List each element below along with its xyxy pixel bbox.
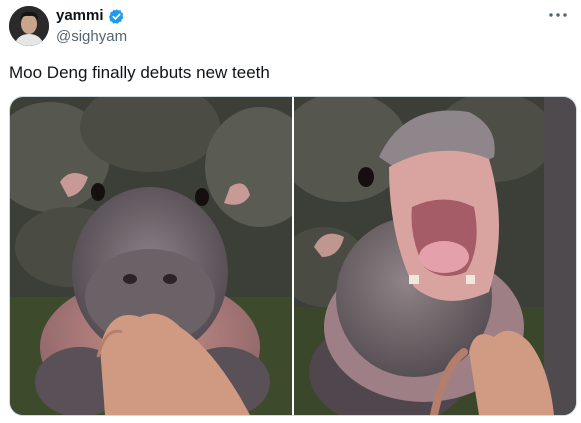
author-handle[interactable]: @sighyam	[56, 28, 127, 46]
hippo-photo-1[interactable]	[10, 97, 292, 415]
user-avatar[interactable]	[9, 6, 49, 46]
author-display-name[interactable]: yammi	[56, 7, 104, 25]
media-grid	[9, 96, 577, 416]
tweet-card: yammi @sighyam Moo Deng finally debuts n…	[0, 0, 581, 423]
tweet-text: Moo Deng finally debuts new teeth	[9, 63, 270, 82]
verified-badge-icon	[108, 8, 125, 25]
hippo-photo-2[interactable]	[294, 97, 576, 415]
more-options-icon[interactable]	[547, 6, 569, 24]
